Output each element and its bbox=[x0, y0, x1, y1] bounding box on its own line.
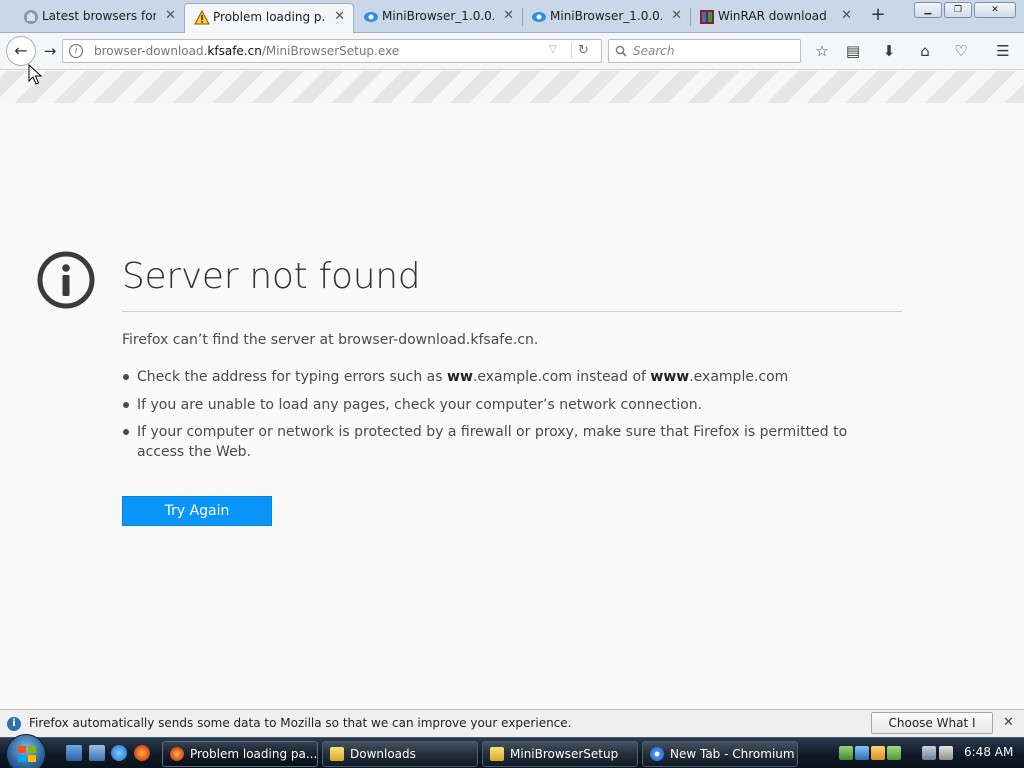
list-item: If your computer or network is protected… bbox=[122, 422, 892, 462]
tab-strip: Latest browsers for ... ✕ Problem loadin… bbox=[0, 0, 1024, 34]
tab-close-button[interactable]: ✕ bbox=[671, 3, 682, 29]
tab-title: WinRAR download ... bbox=[718, 9, 832, 23]
maximize-button[interactable]: ❐ bbox=[944, 2, 972, 18]
notification-bar: i Firefox automatically sends some data … bbox=[0, 709, 1024, 750]
try-again-button[interactable]: Try Again bbox=[122, 496, 272, 526]
suggestion-text: Check the address for typing errors such… bbox=[137, 369, 448, 385]
downloads-icon[interactable]: ⬇ bbox=[878, 41, 900, 61]
minibrowser-favicon-icon bbox=[532, 12, 546, 22]
mouse-cursor-icon bbox=[28, 64, 42, 85]
back-button[interactable]: ← bbox=[6, 36, 36, 66]
window-controls: ▁ ❐ ✕ bbox=[914, 2, 1016, 18]
start-button[interactable] bbox=[6, 734, 46, 768]
url-host: browser-download. bbox=[94, 44, 208, 58]
info-icon: i bbox=[7, 717, 21, 731]
suggestion-list: Check the address for typing errors such… bbox=[122, 367, 892, 470]
taskbar-item-downloads[interactable]: Downloads bbox=[322, 741, 478, 767]
list-item: If you are unable to load any pages, che… bbox=[122, 395, 892, 415]
tab-title: MiniBrowser_1.0.0.... bbox=[382, 9, 494, 23]
tab-title: Latest browsers for ... bbox=[42, 9, 156, 23]
tab-problem-loading[interactable]: Problem loading p... ✕ bbox=[184, 3, 354, 34]
firefox-icon bbox=[170, 747, 184, 761]
home-icon[interactable]: ⌂ bbox=[914, 41, 936, 61]
close-icon[interactable]: ✕ bbox=[1003, 715, 1014, 730]
tray-security-icon[interactable] bbox=[871, 746, 885, 760]
taskbar-item-minibrowsersetup[interactable]: MiniBrowserSetup bbox=[482, 741, 638, 767]
title-divider bbox=[122, 311, 902, 312]
notification-text: Firefox automatically sends some data to… bbox=[29, 716, 572, 730]
folder-icon bbox=[330, 747, 344, 761]
task-label: New Tab - Chromium bbox=[670, 747, 795, 761]
tab-winrar[interactable]: WinRAR download ... ✕ bbox=[690, 3, 860, 33]
navigation-toolbar: ← → i browser-download.kfsafe.cn/MiniBro… bbox=[0, 33, 1024, 70]
chromium-icon bbox=[650, 747, 664, 761]
suggestion-emphasis: ww bbox=[447, 369, 473, 385]
tab-close-button[interactable]: ✕ bbox=[841, 3, 852, 29]
tray-update-icon[interactable] bbox=[887, 746, 901, 760]
winrar-favicon-icon bbox=[700, 10, 714, 24]
show-desktop-icon[interactable] bbox=[66, 745, 82, 761]
url-text[interactable]: browser-download.kfsafe.cn/MiniBrowserSe… bbox=[94, 44, 399, 58]
menu-icon[interactable]: ☰ bbox=[992, 41, 1014, 61]
suggestion-text: .example.com bbox=[689, 369, 789, 385]
taskbar-item-firefox[interactable]: Problem loading pa... bbox=[162, 741, 318, 767]
page-title: Server not found bbox=[122, 256, 421, 297]
firefox-quicklaunch-icon[interactable] bbox=[134, 745, 150, 761]
task-label: MiniBrowserSetup bbox=[510, 747, 619, 761]
windows-logo-icon bbox=[18, 746, 36, 762]
minimize-button[interactable]: ▁ bbox=[914, 2, 942, 18]
tray-network-icon[interactable] bbox=[855, 746, 869, 760]
choose-what-i-share-button[interactable]: Choose What I Share bbox=[871, 712, 993, 750]
tab-latest-browsers[interactable]: Latest browsers for ... ✕ bbox=[14, 3, 184, 33]
site-info-icon[interactable]: i bbox=[69, 44, 83, 58]
url-separator bbox=[571, 43, 572, 59]
switch-windows-icon[interactable] bbox=[89, 745, 105, 761]
list-item: Check the address for typing errors such… bbox=[122, 367, 892, 387]
search-bar[interactable] bbox=[608, 39, 801, 63]
windows-taskbar: Problem loading pa... Downloads MiniBrow… bbox=[0, 734, 1024, 768]
info-icon bbox=[37, 251, 95, 309]
reload-icon[interactable]: ↻ bbox=[578, 43, 589, 58]
tab-close-button[interactable]: ✕ bbox=[334, 4, 345, 30]
task-label: Downloads bbox=[350, 747, 416, 761]
tab-title: MiniBrowser_1.0.0.... bbox=[550, 9, 662, 23]
suggestion-text: .example.com instead of bbox=[472, 369, 651, 385]
system-tray: 6:48 AM bbox=[835, 741, 1024, 767]
minibrowser-favicon-icon bbox=[364, 12, 378, 22]
tray-display-icon[interactable] bbox=[922, 746, 936, 760]
volume-muted-icon[interactable] bbox=[939, 746, 953, 760]
search-icon bbox=[615, 45, 627, 57]
pocket-icon[interactable]: ♡ bbox=[950, 41, 972, 61]
internet-explorer-icon[interactable] bbox=[111, 745, 127, 761]
tab-close-button[interactable]: ✕ bbox=[503, 3, 514, 29]
forward-button[interactable]: → bbox=[40, 41, 60, 61]
close-window-button[interactable]: ✕ bbox=[974, 2, 1016, 18]
suggestion-emphasis: www bbox=[650, 369, 690, 385]
tab-minibrowser-1[interactable]: MiniBrowser_1.0.0.... ✕ bbox=[354, 3, 522, 33]
tab-close-button[interactable]: ✕ bbox=[165, 3, 176, 29]
search-input[interactable] bbox=[633, 40, 793, 62]
url-bar[interactable]: i browser-download.kfsafe.cn/MiniBrowser… bbox=[62, 39, 602, 63]
tab-title: Problem loading p... bbox=[213, 10, 325, 24]
page-favicon-icon bbox=[24, 10, 38, 24]
error-stripe-banner bbox=[0, 71, 1024, 103]
task-label: Problem loading pa... bbox=[190, 747, 318, 761]
reading-list-icon[interactable]: ▤ bbox=[842, 41, 864, 61]
error-description: Firefox can’t find the server at browser… bbox=[122, 332, 539, 348]
tray-app-icon[interactable] bbox=[839, 746, 853, 760]
new-tab-button[interactable]: + bbox=[868, 5, 888, 25]
url-domain: kfsafe.cn bbox=[207, 44, 262, 58]
warning-icon bbox=[194, 10, 210, 25]
taskbar-item-chromium[interactable]: New Tab - Chromium bbox=[642, 741, 798, 767]
url-path: /MiniBrowserSetup.exe bbox=[261, 44, 400, 58]
clock[interactable]: 6:48 AM bbox=[964, 745, 1013, 759]
bookmark-star-icon[interactable]: ☆ bbox=[811, 41, 833, 61]
folder-icon bbox=[490, 747, 504, 761]
url-history-dropdown-icon[interactable]: ▽ bbox=[549, 44, 557, 55]
tab-minibrowser-2[interactable]: MiniBrowser_1.0.0.... ✕ bbox=[522, 3, 690, 33]
